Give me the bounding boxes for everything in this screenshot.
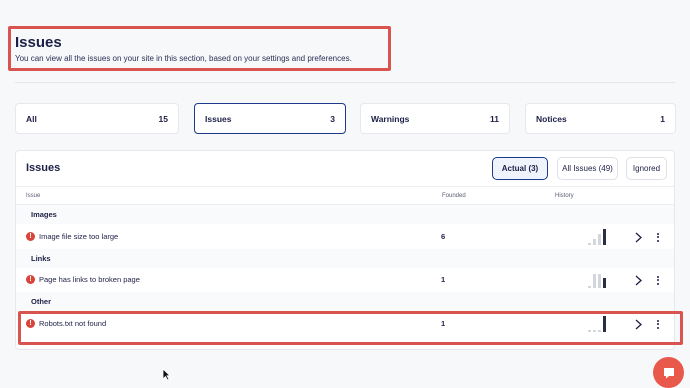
- group-row-images: Images: [16, 205, 674, 224]
- more-vertical-icon[interactable]: [654, 230, 662, 244]
- page-title: Issues: [15, 34, 62, 51]
- filter-ignored-button[interactable]: Ignored: [626, 157, 667, 180]
- stat-label: Warnings: [371, 113, 410, 124]
- stat-label: Issues: [205, 113, 232, 124]
- issue-name: Image file size too large: [39, 232, 119, 241]
- stat-label: Notices: [536, 113, 567, 124]
- exclamation-circle-icon: !: [26, 232, 35, 241]
- stat-card-warnings[interactable]: Warnings 11: [360, 103, 510, 134]
- stat-card-issues[interactable]: Issues 3: [194, 103, 346, 134]
- stat-card-all[interactable]: All 15: [15, 103, 179, 134]
- issue-count: 6: [441, 232, 446, 241]
- mouse-cursor-icon: [162, 368, 171, 386]
- issue-name: Page has links to broken page: [39, 275, 140, 284]
- exclamation-circle-icon: !: [26, 275, 35, 284]
- chevron-right-icon[interactable]: [632, 230, 644, 244]
- stat-count: 15: [158, 113, 168, 124]
- group-row-other: Other: [16, 292, 674, 311]
- history-bar: [593, 274, 596, 288]
- stat-count: 3: [330, 113, 335, 124]
- stat-label: All: [26, 113, 37, 124]
- history-bar: [588, 243, 591, 245]
- group-label: Images: [31, 210, 57, 219]
- table-row[interactable]: ! Page has links to broken page 1: [16, 268, 674, 292]
- history-sparkline: [588, 229, 618, 245]
- chat-bubble-icon[interactable]: [653, 357, 684, 388]
- history-bar: [588, 286, 591, 288]
- group-label: Links: [31, 254, 51, 263]
- more-vertical-icon[interactable]: [654, 273, 662, 287]
- group-label: Other: [31, 297, 52, 306]
- history-bar: [598, 274, 601, 288]
- column-header-founded: Founded: [442, 193, 466, 199]
- history-bar: [603, 229, 606, 245]
- stat-count: 1: [660, 113, 665, 124]
- history-sparkline: [588, 272, 618, 288]
- stat-count: 11: [490, 113, 499, 124]
- panel-title: Issues: [26, 162, 61, 174]
- table-divider: [16, 186, 674, 187]
- history-bar: [593, 239, 596, 245]
- page-subtitle: You can view all the issues on your site…: [15, 54, 352, 63]
- column-header-history: History: [555, 193, 574, 199]
- row-highlight-box: [18, 311, 683, 345]
- group-row-links: Links: [16, 249, 674, 268]
- filter-all-issues-button[interactable]: All Issues (49): [557, 157, 618, 180]
- header-divider: [15, 82, 675, 83]
- chevron-right-icon[interactable]: [632, 273, 644, 287]
- history-bar: [603, 278, 606, 288]
- issue-count: 1: [441, 275, 446, 284]
- stat-card-notices[interactable]: Notices 1: [525, 103, 676, 134]
- table-row[interactable]: ! Image file size too large 6: [16, 225, 674, 249]
- history-bar: [598, 234, 601, 245]
- column-header-issue: Issue: [26, 193, 41, 199]
- filter-actual-button[interactable]: Actual (3): [492, 157, 548, 180]
- header-highlight-box: [8, 26, 391, 71]
